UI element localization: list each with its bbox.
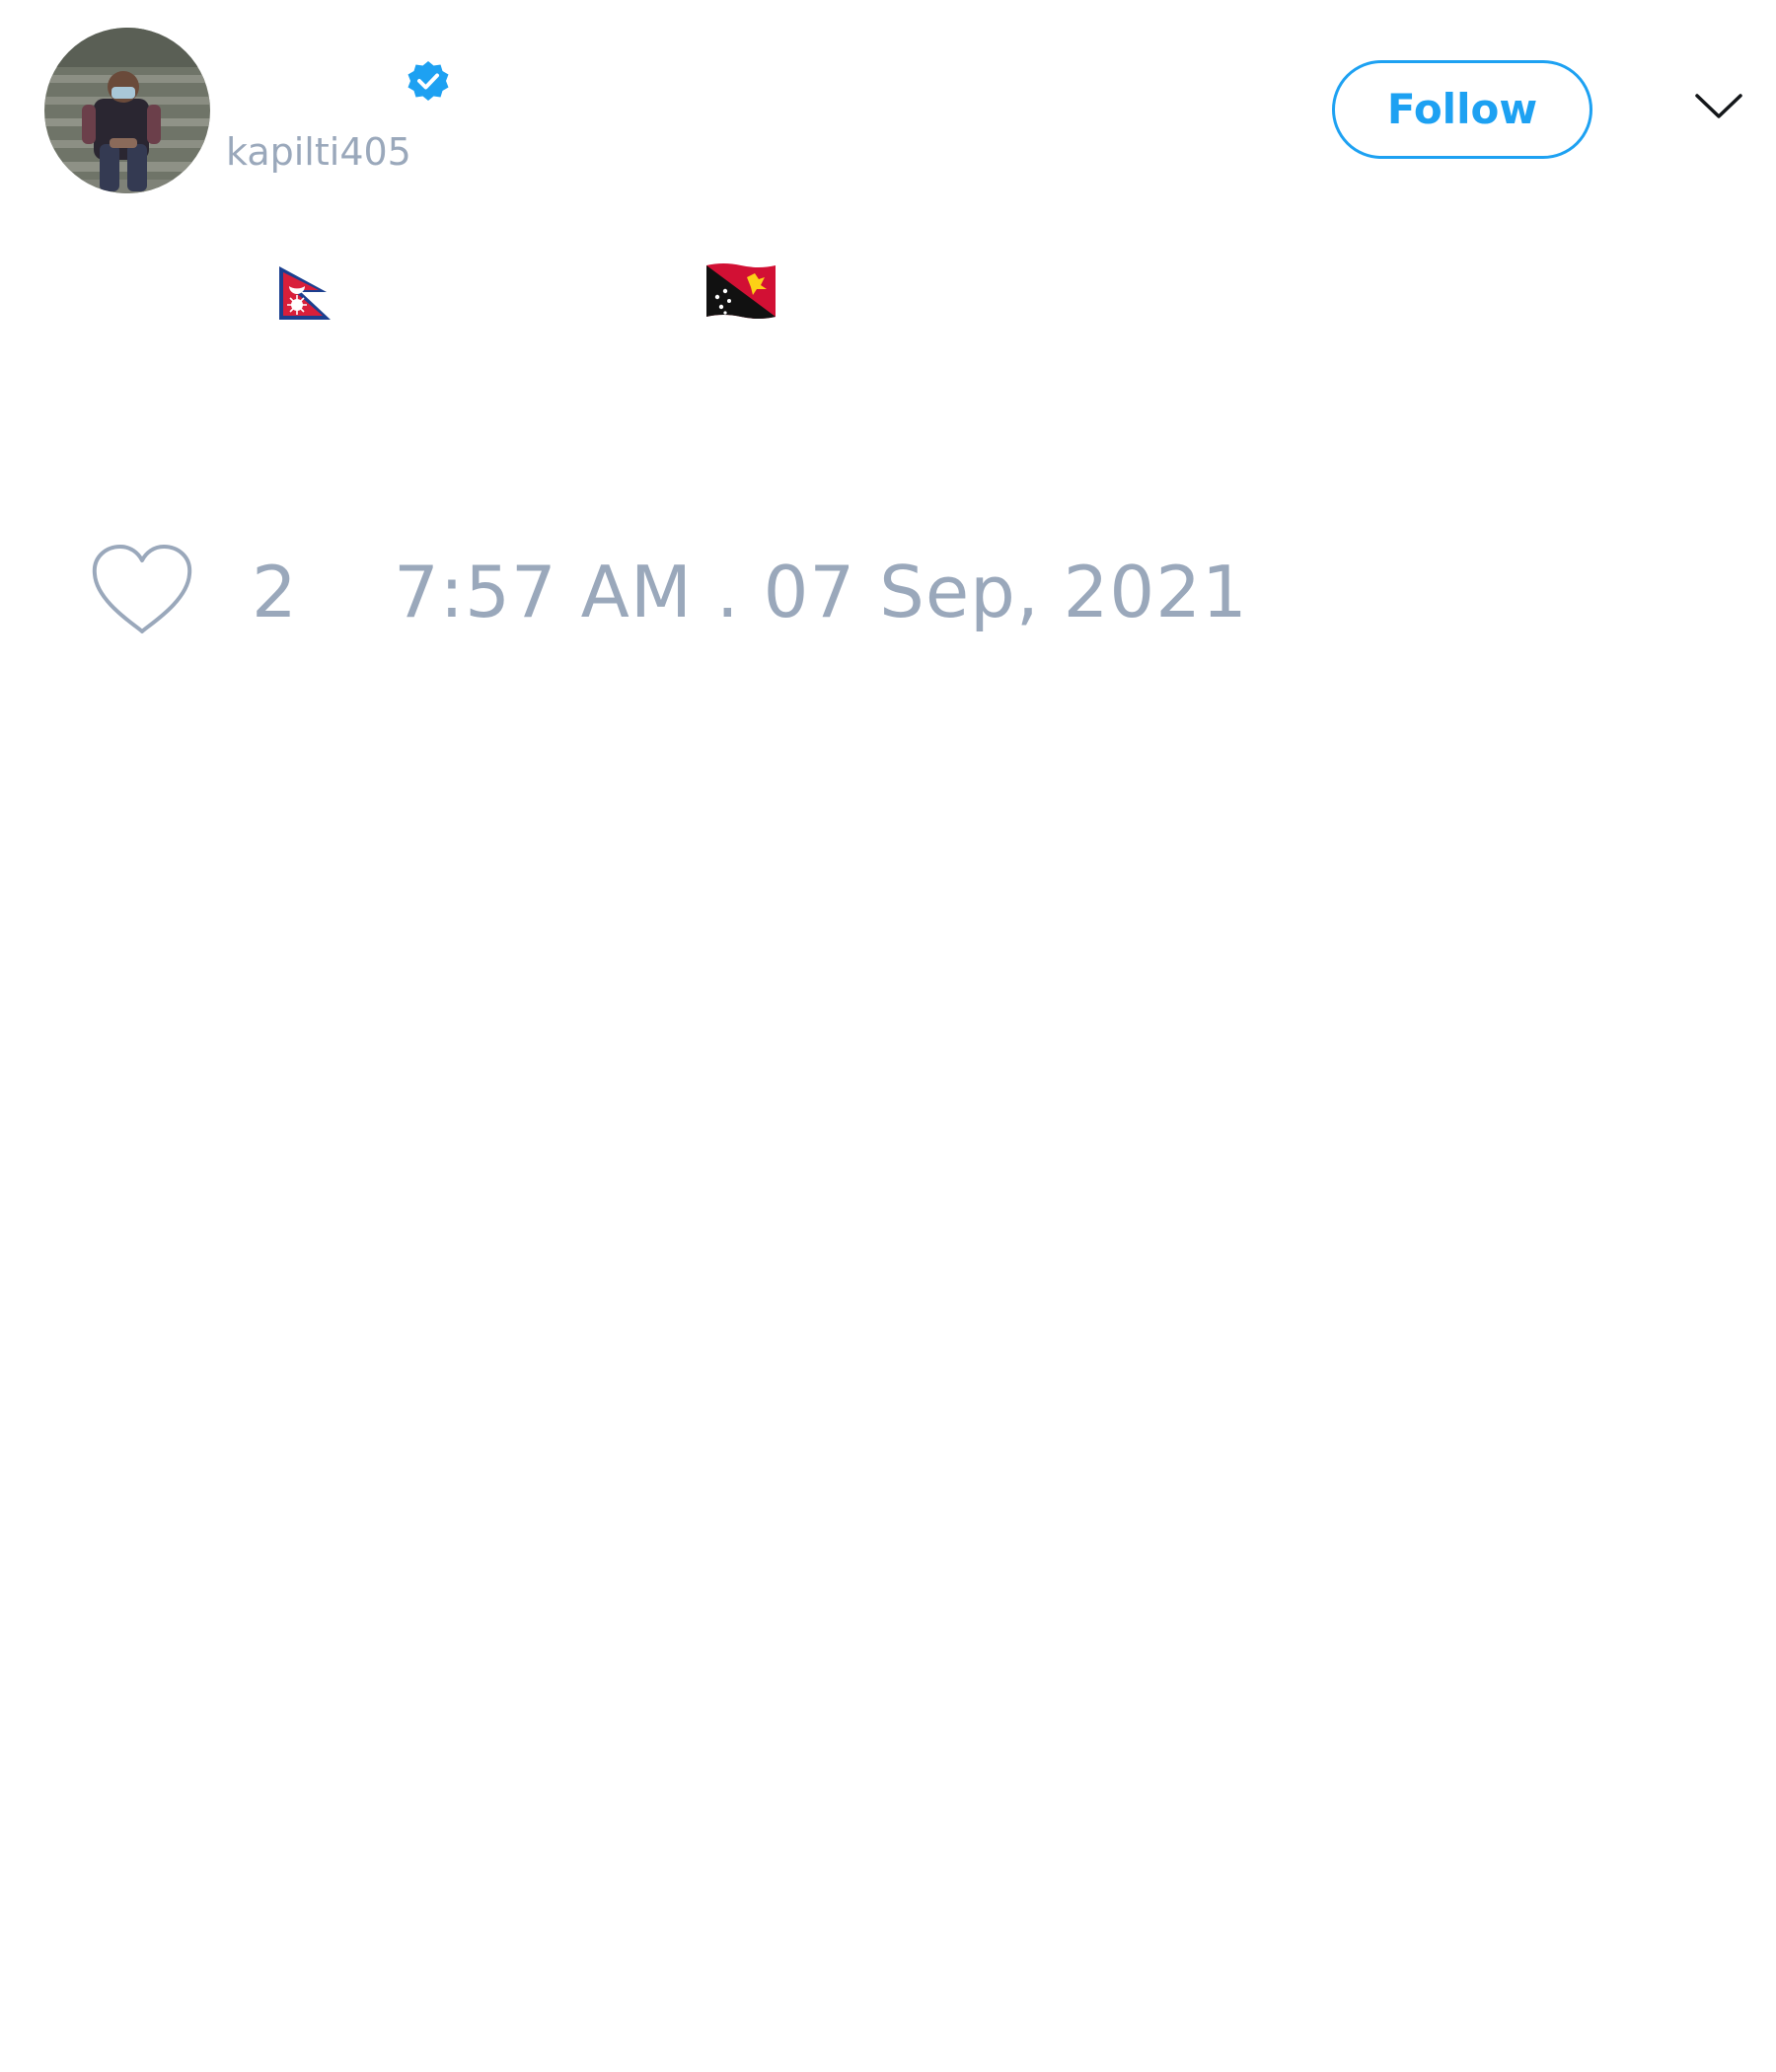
like-count: 2 (252, 551, 297, 633)
avatar-photo (44, 28, 210, 193)
tweet-card: kapilti405 Follow 2 7:57 AM . 07 Sep, 20… (0, 0, 1776, 2072)
verified-badge-icon (405, 57, 452, 105)
username[interactable]: kapilti405 (226, 126, 411, 178)
follow-button[interactable]: Follow (1332, 60, 1592, 159)
flag-nepal-icon (277, 264, 334, 324)
avatar[interactable] (44, 28, 210, 193)
tweet-timestamp[interactable]: 7:57 AM . 07 Sep, 2021 (394, 553, 1248, 631)
chevron-down-icon[interactable] (1694, 91, 1743, 122)
flag-papua-new-guinea-icon (703, 259, 778, 323)
heart-outline-icon[interactable] (89, 543, 195, 637)
